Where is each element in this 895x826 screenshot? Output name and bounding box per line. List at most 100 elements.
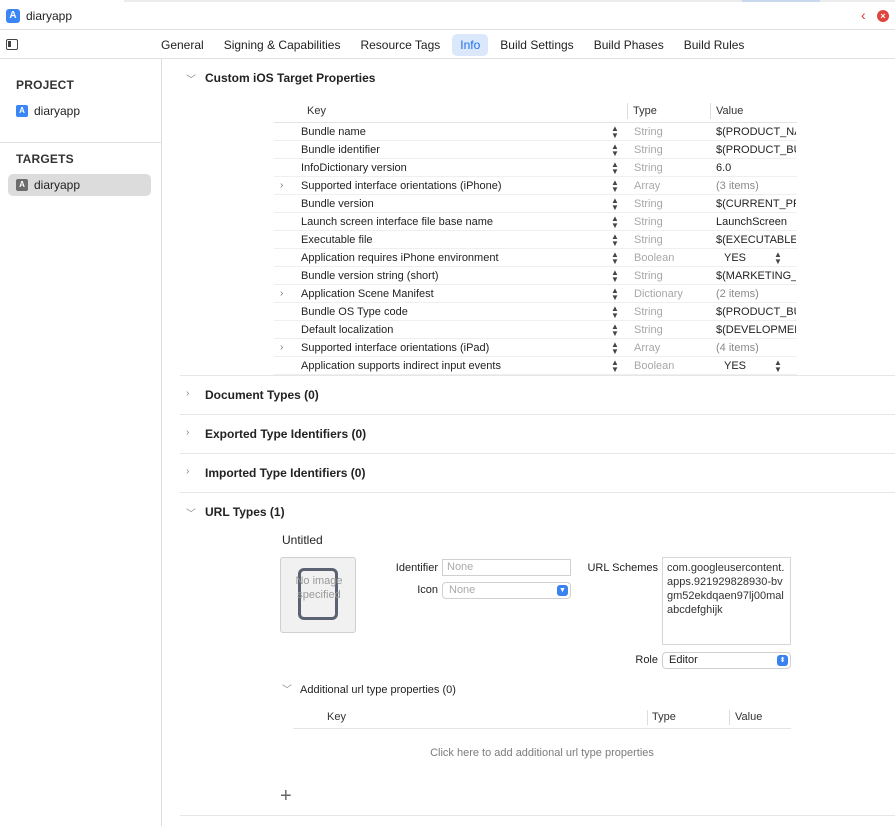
table-row[interactable]: Application requires iPhone environment ▲… bbox=[274, 249, 797, 267]
key-stepper-icon[interactable]: ▲ ▼ bbox=[611, 251, 619, 266]
section-document-types[interactable]: › Document Types (0) bbox=[180, 376, 895, 414]
column-type[interactable]: Type bbox=[633, 105, 657, 117]
table-row[interactable]: › Supported interface orientations (iPhon… bbox=[274, 177, 797, 195]
property-key[interactable]: Supported interface orientations (iPad) bbox=[301, 342, 489, 354]
back-chevron-icon[interactable]: ‹ bbox=[861, 8, 873, 22]
chevron-down-icon[interactable]: ﹀ bbox=[186, 505, 196, 520]
property-key[interactable]: InfoDictionary version bbox=[301, 162, 407, 174]
sidebar-item-project[interactable]: A diaryapp bbox=[8, 100, 151, 122]
tab-info[interactable]: Info bbox=[452, 34, 489, 56]
table-row[interactable]: InfoDictionary version ▲ ▼ String 6.0 bbox=[274, 159, 797, 177]
property-key[interactable]: Default localization bbox=[301, 324, 393, 336]
table-row[interactable]: Bundle identifier ▲▼ String $(PRODUCT_BUNDL… bbox=[274, 141, 797, 159]
property-key[interactable]: Executable file bbox=[301, 234, 373, 246]
value-stepper-icon[interactable]: ▲ ▼ bbox=[774, 251, 782, 266]
property-value[interactable]: $(DEVELOPMENT_LANGUAGE) bbox=[716, 324, 796, 336]
url-type-image-well[interactable]: No image specified bbox=[280, 557, 356, 633]
column-value[interactable]: Value bbox=[735, 711, 762, 723]
property-type[interactable]: String bbox=[634, 306, 663, 318]
property-type[interactable]: String bbox=[634, 216, 663, 228]
property-key[interactable]: Supported interface orientations (iPhone… bbox=[301, 180, 502, 192]
chevron-right-icon[interactable]: › bbox=[280, 288, 283, 299]
property-key[interactable]: Application Scene Manifest bbox=[301, 288, 434, 300]
table-row[interactable]: Launch screen interface file base name ▲ ▼… bbox=[274, 213, 797, 231]
key-stepper-icon[interactable]: ▲ ▼ bbox=[611, 359, 619, 374]
key-stepper-icon[interactable]: ▲ ▼ bbox=[611, 233, 619, 248]
url-schemes-field[interactable]: com.googleusercontent.apps.921929828930-… bbox=[662, 557, 791, 645]
property-key[interactable]: Bundle name bbox=[301, 126, 366, 138]
chevron-right-icon[interactable]: › bbox=[186, 427, 196, 438]
table-row[interactable]: Application supports indirect input even… bbox=[274, 357, 797, 375]
icon-select[interactable]: None ▼ bbox=[442, 582, 571, 599]
key-stepper-icon[interactable]: ▲ ▼ bbox=[611, 305, 619, 320]
property-type[interactable]: String bbox=[634, 270, 663, 282]
value-stepper-icon[interactable]: ▲ ▼ bbox=[774, 359, 782, 374]
chevron-right-icon[interactable]: › bbox=[186, 388, 196, 399]
chevron-right-icon[interactable]: › bbox=[280, 180, 283, 191]
key-stepper-icon[interactable]: ▲ ▼ bbox=[611, 215, 619, 230]
tab-general[interactable]: General bbox=[153, 34, 212, 56]
key-stepper-icon[interactable]: ▲ ▼ bbox=[611, 161, 619, 176]
section-imported-types[interactable]: › Imported Type Identifiers (0) bbox=[180, 454, 895, 492]
role-select[interactable]: Editor ⬍ bbox=[662, 652, 791, 669]
property-key[interactable]: Bundle OS Type code bbox=[301, 306, 408, 318]
key-stepper-icon[interactable]: ▲ ▼ bbox=[611, 197, 619, 212]
column-value[interactable]: Value bbox=[716, 105, 743, 117]
key-stepper-icon[interactable]: ▲ ▼ bbox=[611, 269, 619, 284]
property-type[interactable]: Dictionary bbox=[634, 288, 683, 300]
column-key[interactable]: Key bbox=[307, 105, 326, 117]
key-stepper-icon[interactable]: ▲ ▼ bbox=[611, 341, 619, 356]
table-row[interactable]: Bundle version string (short) ▲ ▼ String $(M… bbox=[274, 267, 797, 285]
sidebar-toggle-icon[interactable] bbox=[6, 39, 18, 50]
add-properties-hint[interactable]: Click here to add additional url type pr… bbox=[293, 747, 791, 759]
chevron-down-icon[interactable]: ﹀ bbox=[186, 71, 196, 86]
tab-build-phases[interactable]: Build Phases bbox=[586, 34, 672, 56]
property-key[interactable]: Bundle version bbox=[301, 198, 374, 210]
chevron-right-icon[interactable]: › bbox=[280, 342, 283, 353]
property-type[interactable]: Boolean bbox=[634, 252, 674, 264]
table-row[interactable]: › Application Scene Manifest ▲ ▼ Dictionary (… bbox=[274, 285, 797, 303]
property-type[interactable]: String bbox=[634, 126, 663, 138]
property-type[interactable]: Array bbox=[634, 342, 660, 354]
property-value[interactable]: (2 items) bbox=[716, 288, 796, 300]
tab-resource-tags[interactable]: Resource Tags bbox=[352, 34, 448, 56]
section-url-types[interactable]: ﹀ URL Types (1) bbox=[180, 493, 895, 531]
property-value[interactable]: $(PRODUCT_BUNDLE_IDENTIFIER) bbox=[716, 144, 796, 156]
property-key[interactable]: Bundle identifier bbox=[301, 144, 380, 156]
key-stepper-icon[interactable]: ▲ ▼ bbox=[611, 143, 619, 158]
key-stepper-icon[interactable]: ▲ ▼ bbox=[611, 125, 619, 140]
property-value[interactable]: $(CURRENT_PROJECT_VERSION) bbox=[716, 198, 796, 210]
identifier-field[interactable]: None bbox=[442, 559, 571, 576]
property-type[interactable]: Boolean bbox=[634, 360, 674, 372]
table-row[interactable]: Bundle name ▲▼ String $(PRODUCT_NAME) bbox=[274, 123, 797, 141]
property-value[interactable]: LaunchScreen bbox=[716, 216, 796, 228]
key-stepper-icon[interactable]: ▲ ▼ bbox=[611, 323, 619, 338]
property-type[interactable]: String bbox=[634, 162, 663, 174]
property-key[interactable]: Launch screen interface file base name bbox=[301, 216, 493, 228]
tab-signing-capabilities[interactable]: Signing & Capabilities bbox=[216, 34, 349, 56]
chevron-right-icon[interactable]: › bbox=[186, 466, 196, 477]
section-custom-ios-properties[interactable]: ﹀ Custom iOS Target Properties bbox=[180, 59, 895, 97]
table-row[interactable]: Bundle OS Type code ▲▼ String $(PRODUCT_BUN… bbox=[274, 303, 797, 321]
property-type[interactable]: Array bbox=[634, 180, 660, 192]
property-value[interactable]: (4 items) bbox=[716, 342, 796, 354]
property-value[interactable]: YES bbox=[724, 360, 804, 372]
table-row[interactable]: Default localization ▲▼ String $(DEVELOPMEN… bbox=[274, 321, 797, 339]
property-type[interactable]: String bbox=[634, 234, 663, 246]
property-value[interactable]: (3 items) bbox=[716, 180, 796, 192]
property-value[interactable]: 6.0 bbox=[716, 162, 796, 174]
additional-properties-toggle[interactable]: ﹀ Additional url type properties (0) bbox=[282, 681, 456, 696]
property-key[interactable]: Application supports indirect input even… bbox=[301, 360, 501, 372]
table-row[interactable]: Bundle version ▲▼ String $(CURRENT_PROJECT_… bbox=[274, 195, 797, 213]
property-type[interactable]: String bbox=[634, 144, 663, 156]
key-stepper-icon[interactable]: ▲ ▼ bbox=[611, 179, 619, 194]
tab-build-settings[interactable]: Build Settings bbox=[492, 34, 581, 56]
property-value[interactable]: $(PRODUCT_NAME) bbox=[716, 126, 796, 138]
add-url-type-button[interactable]: + bbox=[280, 785, 292, 808]
tab-build-rules[interactable]: Build Rules bbox=[676, 34, 753, 56]
close-icon[interactable]: × bbox=[877, 10, 889, 22]
property-value[interactable]: $(EXECUTABLE_NAME) bbox=[716, 234, 796, 246]
sidebar-item-target[interactable]: A diaryapp bbox=[8, 174, 151, 196]
property-type[interactable]: String bbox=[634, 198, 663, 210]
property-type[interactable]: String bbox=[634, 324, 663, 336]
